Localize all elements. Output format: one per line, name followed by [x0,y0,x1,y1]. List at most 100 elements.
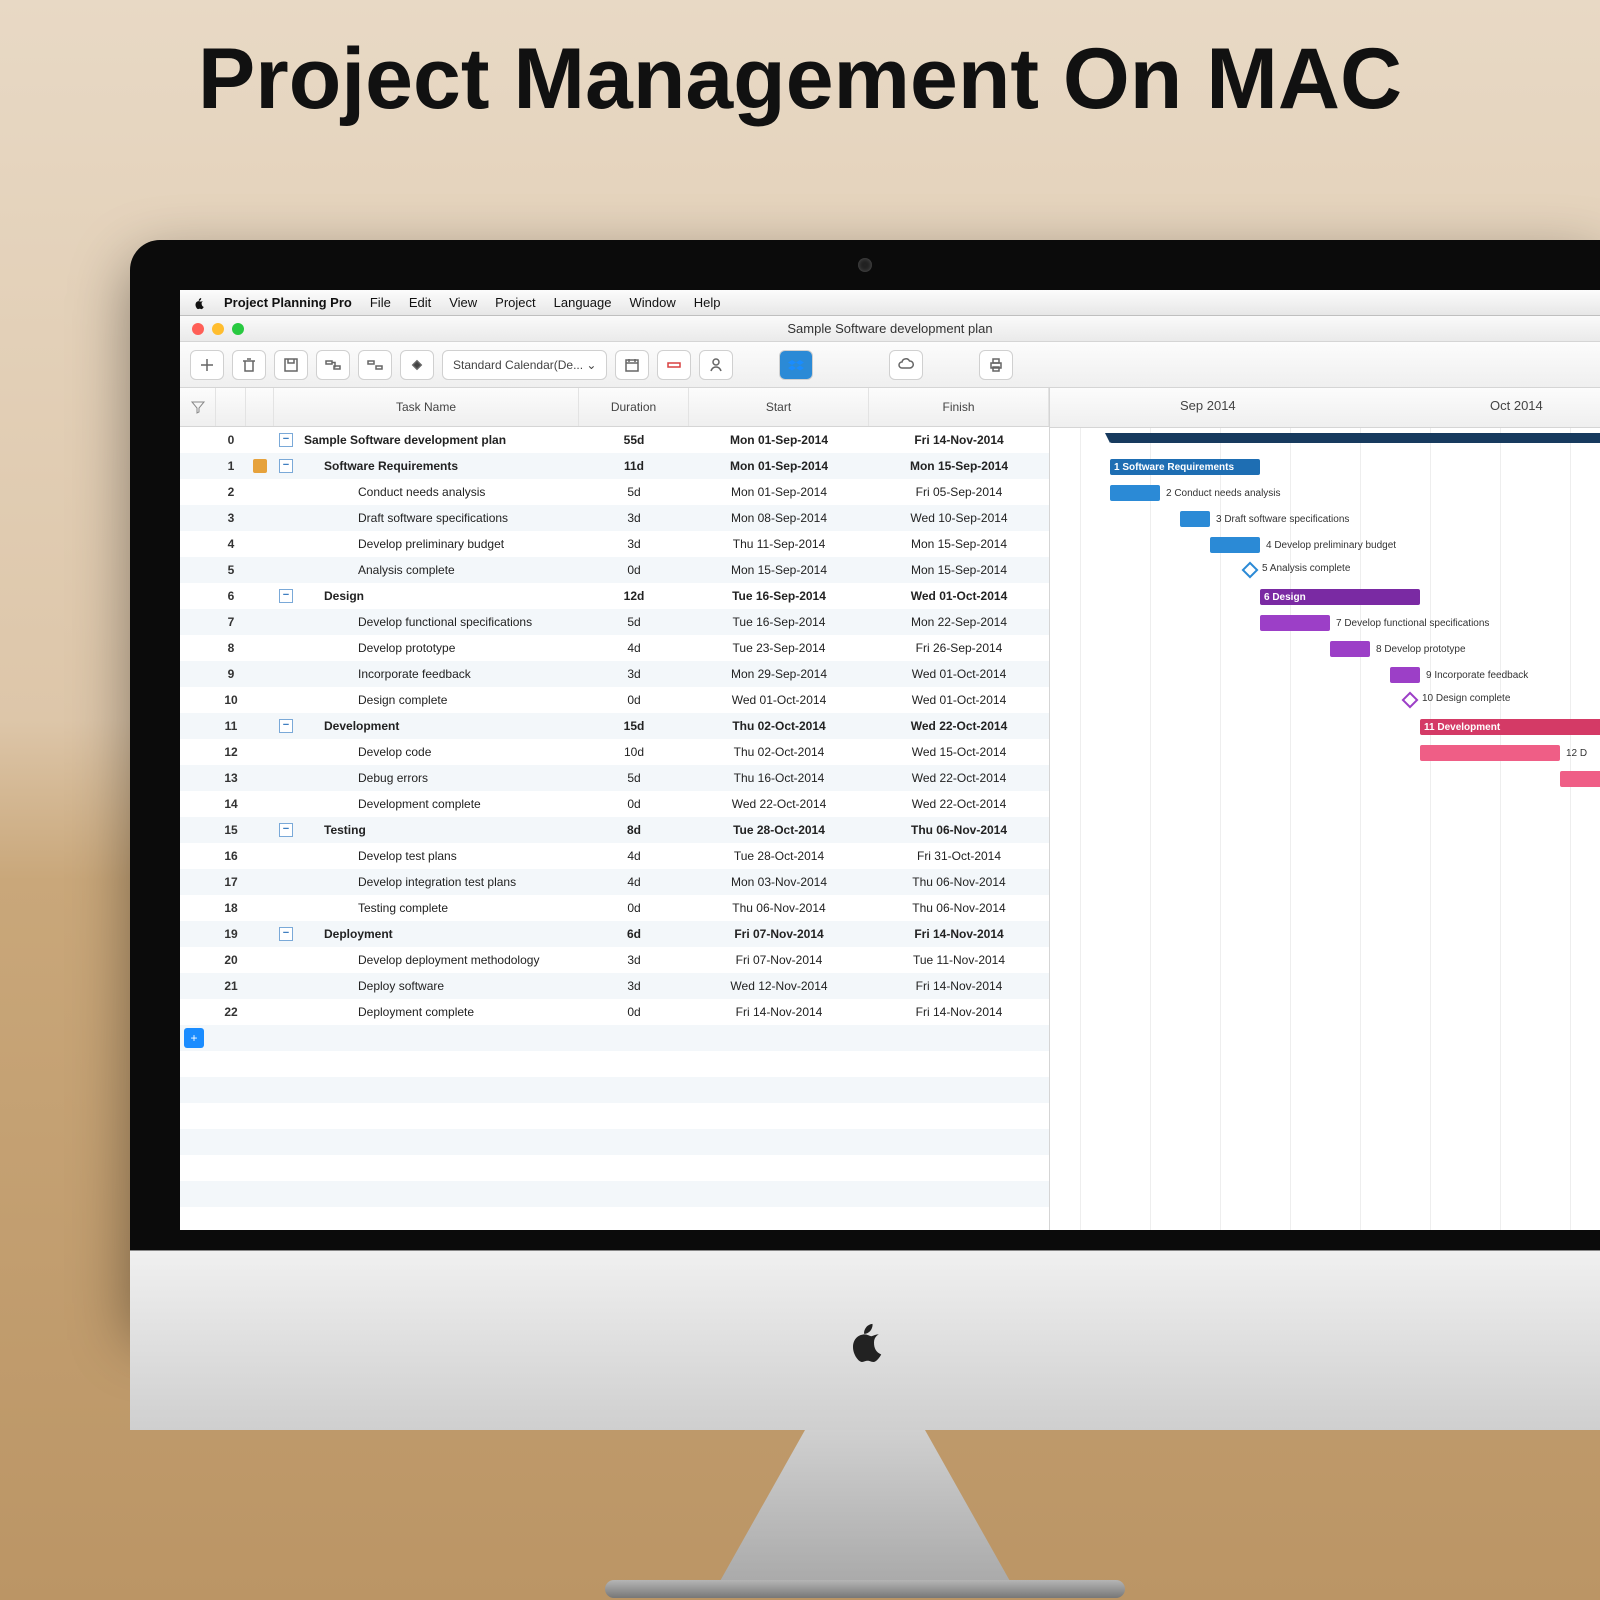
task-duration-cell[interactable]: 3d [579,511,689,525]
task-duration-cell[interactable]: 8d [579,823,689,837]
task-row[interactable]: 7Develop functional specifications5dTue … [180,609,1049,635]
save-button[interactable] [274,350,308,380]
gantt-bar[interactable]: 4 Develop preliminary budget [1210,537,1260,553]
task-name-cell[interactable]: Develop integration test plans [298,875,579,889]
gantt-milestone[interactable] [1242,562,1259,579]
task-start-cell[interactable]: Tue 23-Sep-2014 [689,641,869,655]
gantt-bar[interactable]: 2 Conduct needs analysis [1110,485,1160,501]
col-duration[interactable]: Duration [579,388,689,426]
menu-project[interactable]: Project [495,295,535,310]
task-row[interactable]: 21Deploy software3dWed 12-Nov-2014Fri 14… [180,973,1049,999]
task-finish-cell[interactable]: Fri 05-Sep-2014 [869,485,1049,499]
menu-language[interactable]: Language [554,295,612,310]
task-duration-cell[interactable]: 11d [579,459,689,473]
task-duration-cell[interactable]: 10d [579,745,689,759]
gantt-bar[interactable] [1560,771,1600,787]
task-finish-cell[interactable]: Wed 01-Oct-2014 [869,693,1049,707]
menu-help[interactable]: Help [694,295,721,310]
task-duration-cell[interactable]: 3d [579,537,689,551]
task-start-cell[interactable]: Mon 08-Sep-2014 [689,511,869,525]
task-duration-cell[interactable]: 0d [579,1005,689,1019]
task-duration-cell[interactable]: 4d [579,641,689,655]
task-finish-cell[interactable]: Thu 06-Nov-2014 [869,875,1049,889]
task-name-cell[interactable]: Analysis complete [298,563,579,577]
expand-toggle[interactable]: − [279,459,293,473]
add-task-button[interactable] [190,350,224,380]
task-name-cell[interactable]: Draft software specifications [298,511,579,525]
task-start-cell[interactable]: Fri 07-Nov-2014 [689,927,869,941]
task-duration-cell[interactable]: 5d [579,615,689,629]
task-name-cell[interactable]: Develop prototype [298,641,579,655]
task-finish-cell[interactable]: Tue 11-Nov-2014 [869,953,1049,967]
task-row[interactable]: 10Design complete0dWed 01-Oct-2014Wed 01… [180,687,1049,713]
expand-toggle[interactable]: − [279,589,293,603]
task-name-cell[interactable]: Deployment complete [298,1005,579,1019]
task-duration-cell[interactable]: 55d [579,433,689,447]
milestone-button[interactable] [400,350,434,380]
menu-edit[interactable]: Edit [409,295,431,310]
menu-file[interactable]: File [370,295,391,310]
task-row[interactable]: 11−Development15dThu 02-Oct-2014Wed 22-O… [180,713,1049,739]
task-name-cell[interactable]: Design complete [298,693,579,707]
task-duration-cell[interactable]: 3d [579,667,689,681]
task-finish-cell[interactable]: Fri 14-Nov-2014 [869,433,1049,447]
task-duration-cell[interactable]: 12d [579,589,689,603]
task-finish-cell[interactable]: Mon 15-Sep-2014 [869,537,1049,551]
task-row[interactable]: 4Develop preliminary budget3dThu 11-Sep-… [180,531,1049,557]
task-start-cell[interactable]: Fri 07-Nov-2014 [689,953,869,967]
task-start-cell[interactable]: Mon 01-Sep-2014 [689,433,869,447]
gantt-bar[interactable]: 12 D [1420,745,1560,761]
app-name[interactable]: Project Planning Pro [224,295,352,310]
task-name-cell[interactable]: Development [298,719,579,733]
task-name-cell[interactable]: Debug errors [298,771,579,785]
task-finish-cell[interactable]: Wed 15-Oct-2014 [869,745,1049,759]
task-start-cell[interactable]: Tue 28-Oct-2014 [689,823,869,837]
task-start-cell[interactable]: Tue 16-Sep-2014 [689,615,869,629]
task-duration-cell[interactable]: 3d [579,953,689,967]
task-start-cell[interactable]: Wed 01-Oct-2014 [689,693,869,707]
task-row[interactable]: 15−Testing8dTue 28-Oct-2014Thu 06-Nov-20… [180,817,1049,843]
task-row[interactable]: 9Incorporate feedback3dMon 29-Sep-2014We… [180,661,1049,687]
task-start-cell[interactable]: Thu 11-Sep-2014 [689,537,869,551]
task-duration-cell[interactable]: 6d [579,927,689,941]
task-finish-cell[interactable]: Wed 01-Oct-2014 [869,589,1049,603]
dropbox-button[interactable] [779,350,813,380]
task-finish-cell[interactable]: Thu 06-Nov-2014 [869,823,1049,837]
expand-toggle[interactable]: − [279,433,293,447]
unlink-tasks-button[interactable] [358,350,392,380]
task-duration-cell[interactable]: 0d [579,693,689,707]
task-row[interactable]: 14Development complete0dWed 22-Oct-2014W… [180,791,1049,817]
task-start-cell[interactable]: Thu 06-Nov-2014 [689,901,869,915]
task-start-cell[interactable]: Mon 01-Sep-2014 [689,485,869,499]
gantt-bar[interactable]: 6 Design [1260,589,1420,605]
task-start-cell[interactable]: Wed 22-Oct-2014 [689,797,869,811]
task-start-cell[interactable]: Mon 15-Sep-2014 [689,563,869,577]
task-start-cell[interactable]: Tue 16-Sep-2014 [689,589,869,603]
task-finish-cell[interactable]: Fri 26-Sep-2014 [869,641,1049,655]
task-name-cell[interactable]: Develop deployment methodology [298,953,579,967]
gantt-bar[interactable]: 3 Draft software specifications [1180,511,1210,527]
task-duration-cell[interactable]: 4d [579,875,689,889]
task-finish-cell[interactable]: Wed 22-Oct-2014 [869,797,1049,811]
calendar-button[interactable] [615,350,649,380]
task-row[interactable]: 12Develop code10dThu 02-Oct-2014Wed 15-O… [180,739,1049,765]
print-button[interactable] [979,350,1013,380]
task-name-cell[interactable]: Incorporate feedback [298,667,579,681]
task-duration-cell[interactable]: 4d [579,849,689,863]
task-duration-cell[interactable]: 5d [579,771,689,785]
task-start-cell[interactable]: Mon 03-Nov-2014 [689,875,869,889]
gantt-bar[interactable]: 9 Incorporate feedback [1390,667,1420,683]
task-start-cell[interactable]: Thu 16-Oct-2014 [689,771,869,785]
expand-toggle[interactable]: − [279,823,293,837]
task-finish-cell[interactable]: Wed 10-Sep-2014 [869,511,1049,525]
task-name-cell[interactable]: Develop test plans [298,849,579,863]
expand-toggle[interactable]: − [279,719,293,733]
task-row[interactable]: 0−Sample Software development plan55dMon… [180,427,1049,453]
menu-window[interactable]: Window [629,295,675,310]
task-finish-cell[interactable]: Fri 31-Oct-2014 [869,849,1049,863]
task-name-cell[interactable]: Deployment [298,927,579,941]
gantt-bar[interactable]: 7 Develop functional specifications [1260,615,1330,631]
task-start-cell[interactable]: Thu 02-Oct-2014 [689,719,869,733]
task-finish-cell[interactable]: Wed 22-Oct-2014 [869,771,1049,785]
task-name-cell[interactable]: Software Requirements [298,459,579,473]
